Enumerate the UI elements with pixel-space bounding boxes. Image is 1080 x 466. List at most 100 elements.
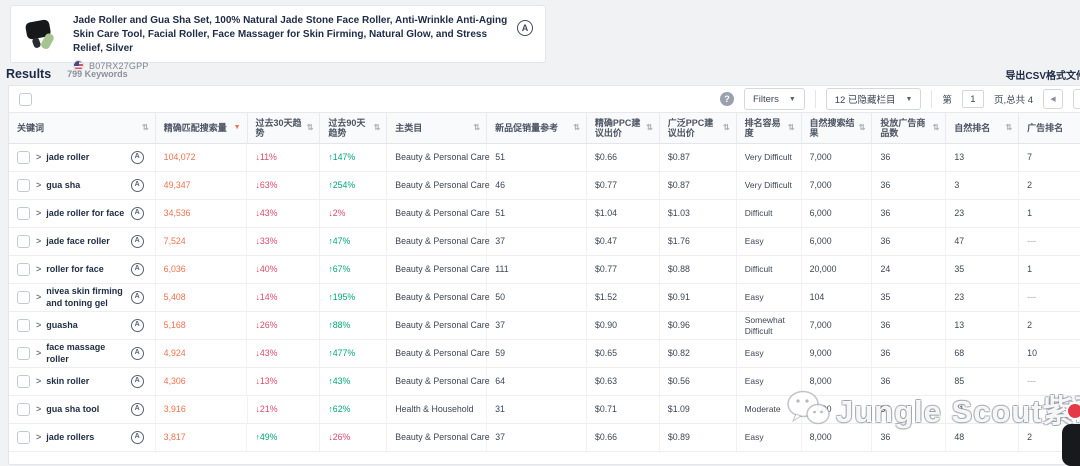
expand-row-chevron-icon[interactable]: >: [36, 264, 41, 275]
amazon-badge-icon[interactable]: A: [131, 403, 144, 416]
cell-trend90: ↑47%: [320, 228, 387, 255]
cell-trend90: ↑254%: [320, 172, 387, 199]
column-header-category[interactable]: 主类目⇅: [387, 113, 487, 143]
cell-trend30: ↓21%: [248, 396, 321, 423]
amazon-badge-icon[interactable]: A: [131, 235, 144, 248]
sort-icon[interactable]: ⇅: [646, 123, 653, 132]
floating-chat-widget[interactable]: [1062, 424, 1080, 466]
cell-volume: 4,924: [156, 340, 248, 367]
expand-row-chevron-icon[interactable]: >: [36, 320, 41, 331]
cell-ease: Easy: [737, 228, 802, 255]
expand-row-chevron-icon[interactable]: >: [36, 180, 41, 191]
cell-ad_rank: 7: [1019, 144, 1080, 171]
amazon-badge-icon[interactable]: A: [131, 291, 144, 304]
column-label: 自然排名: [954, 123, 990, 133]
column-header-ease[interactable]: 排名容易度⇅: [737, 113, 802, 143]
cell-promo: 37: [487, 424, 587, 451]
table-row: >guashaA5,168↓26%↑88%Beauty & Personal C…: [9, 312, 1080, 340]
table-controls: ? Filters ▼ 12 已隐藏栏目 ▼ 第 页,总共 4 ◀ ▶: [9, 86, 1080, 113]
next-page-button[interactable]: ▶: [1073, 89, 1080, 109]
sort-icon[interactable]: ⇅: [142, 123, 149, 132]
row-checkbox[interactable]: [17, 263, 30, 276]
sort-icon[interactable]: ⇅: [573, 123, 580, 132]
table-row: >face massage rollerA4,924↓43%↑477%Beaut…: [9, 340, 1080, 368]
expand-row-chevron-icon[interactable]: >: [36, 348, 41, 359]
sort-icon[interactable]: ⇅: [788, 123, 795, 132]
sort-icon[interactable]: ⇅: [723, 123, 730, 132]
product-title: Jade Roller and Gua Sha Set, 100% Natura…: [73, 14, 517, 56]
expand-row-chevron-icon[interactable]: >: [36, 152, 41, 163]
column-header-broad_ppc[interactable]: 广泛PPC建议出价⇅: [660, 113, 737, 143]
column-header-keyword[interactable]: 关键词 ⇅: [9, 113, 156, 143]
amazon-circle-a-icon[interactable]: A: [517, 20, 533, 36]
expand-row-chevron-icon[interactable]: >: [36, 376, 41, 387]
hidden-columns-dropdown[interactable]: 12 已隐藏栏目 ▼: [826, 88, 922, 110]
column-header-trend90[interactable]: 过去90天趋势⇅: [320, 113, 387, 143]
column-header-exact_ppc[interactable]: 精确PPC建议出价⇅: [587, 113, 660, 143]
cell-category: Beauty & Personal Care: [387, 172, 487, 199]
amazon-badge-icon[interactable]: A: [131, 263, 144, 276]
cell-ease: Easy: [737, 368, 802, 395]
trend-up-value: ↑47%: [328, 236, 350, 247]
cell-category: Beauty & Personal Care: [387, 228, 487, 255]
row-checkbox[interactable]: [17, 235, 30, 248]
row-checkbox[interactable]: [17, 403, 30, 416]
trend-up-value: ↑88%: [328, 320, 350, 331]
sort-icon[interactable]: ⇅: [307, 123, 314, 132]
column-label: 关键词: [17, 123, 44, 133]
column-header-organic_rank[interactable]: 自然排名 ⇅: [946, 113, 1019, 143]
amazon-badge-icon[interactable]: A: [131, 151, 144, 164]
row-checkbox[interactable]: [17, 319, 30, 332]
trend-up-value: ↑67%: [328, 264, 350, 275]
amazon-badge-icon[interactable]: A: [131, 347, 144, 360]
amazon-badge-icon[interactable]: A: [131, 319, 144, 332]
expand-row-chevron-icon[interactable]: >: [36, 208, 41, 219]
cell-trend30: ↓33%: [247, 228, 320, 255]
sort-icon[interactable]: ⇅: [374, 123, 381, 132]
expand-row-chevron-icon[interactable]: >: [36, 236, 41, 247]
row-checkbox[interactable]: [17, 291, 30, 304]
sort-icon[interactable]: ⇅: [473, 123, 480, 132]
sort-icon[interactable]: ⇅: [1005, 123, 1012, 132]
cell-trend90: ↑195%: [320, 284, 387, 311]
row-checkbox[interactable]: [17, 431, 30, 444]
column-header-volume[interactable]: 精确匹配搜索量▼: [156, 113, 248, 143]
row-checkbox[interactable]: [17, 151, 30, 164]
column-header-promo[interactable]: 新品促销量参考⇅: [487, 113, 587, 143]
prev-page-button[interactable]: ◀: [1043, 89, 1063, 109]
export-csv-link[interactable]: 导出CSV格式文件: [1005, 67, 1080, 82]
amazon-badge-icon[interactable]: A: [131, 179, 144, 192]
cell-category: Beauty & Personal Care: [387, 312, 487, 339]
cell-exact_ppc: $0.47: [587, 228, 660, 255]
row-checkbox[interactable]: [17, 207, 30, 220]
cell-trend90: ↓2%: [320, 200, 387, 227]
expand-row-chevron-icon[interactable]: >: [36, 432, 41, 443]
table-row: >jade rollerA104,072↓11%↑147%Beauty & Pe…: [9, 144, 1080, 172]
cell-trend90: ↑477%: [320, 340, 387, 367]
column-header-ad_rank[interactable]: 广告排名⇅: [1019, 113, 1080, 143]
help-icon[interactable]: ?: [720, 92, 734, 106]
column-header-trend30[interactable]: 过去30天趋势⇅: [248, 113, 321, 143]
cell-volume: 104,072: [156, 144, 248, 171]
row-checkbox[interactable]: [17, 347, 30, 360]
column-header-organic_results[interactable]: 自然搜索结果⇅: [802, 113, 873, 143]
row-checkbox[interactable]: [17, 179, 30, 192]
table-row: >nivea skin firming and toning gelA5,408…: [9, 284, 1080, 312]
filters-dropdown[interactable]: Filters ▼: [744, 88, 805, 110]
amazon-badge-icon[interactable]: A: [131, 207, 144, 220]
cell-category: Beauty & Personal Care: [387, 256, 487, 283]
amazon-badge-icon[interactable]: A: [131, 375, 144, 388]
expand-row-chevron-icon[interactable]: >: [36, 404, 41, 415]
cell-promo: 111: [487, 256, 587, 283]
select-all-checkbox[interactable]: [19, 93, 32, 106]
sort-desc-icon[interactable]: ▼: [234, 124, 241, 132]
cell-volume: 49,347: [156, 172, 248, 199]
amazon-badge-icon[interactable]: A: [131, 431, 144, 444]
sort-icon[interactable]: ⇅: [859, 123, 866, 132]
expand-row-chevron-icon[interactable]: >: [36, 292, 41, 303]
row-checkbox[interactable]: [17, 375, 30, 388]
sort-icon[interactable]: ⇅: [933, 123, 940, 132]
column-header-ad_products[interactable]: 投放广告商品数⇅: [872, 113, 946, 143]
cell-volume: 7,524: [156, 228, 248, 255]
page-input[interactable]: [962, 90, 984, 108]
